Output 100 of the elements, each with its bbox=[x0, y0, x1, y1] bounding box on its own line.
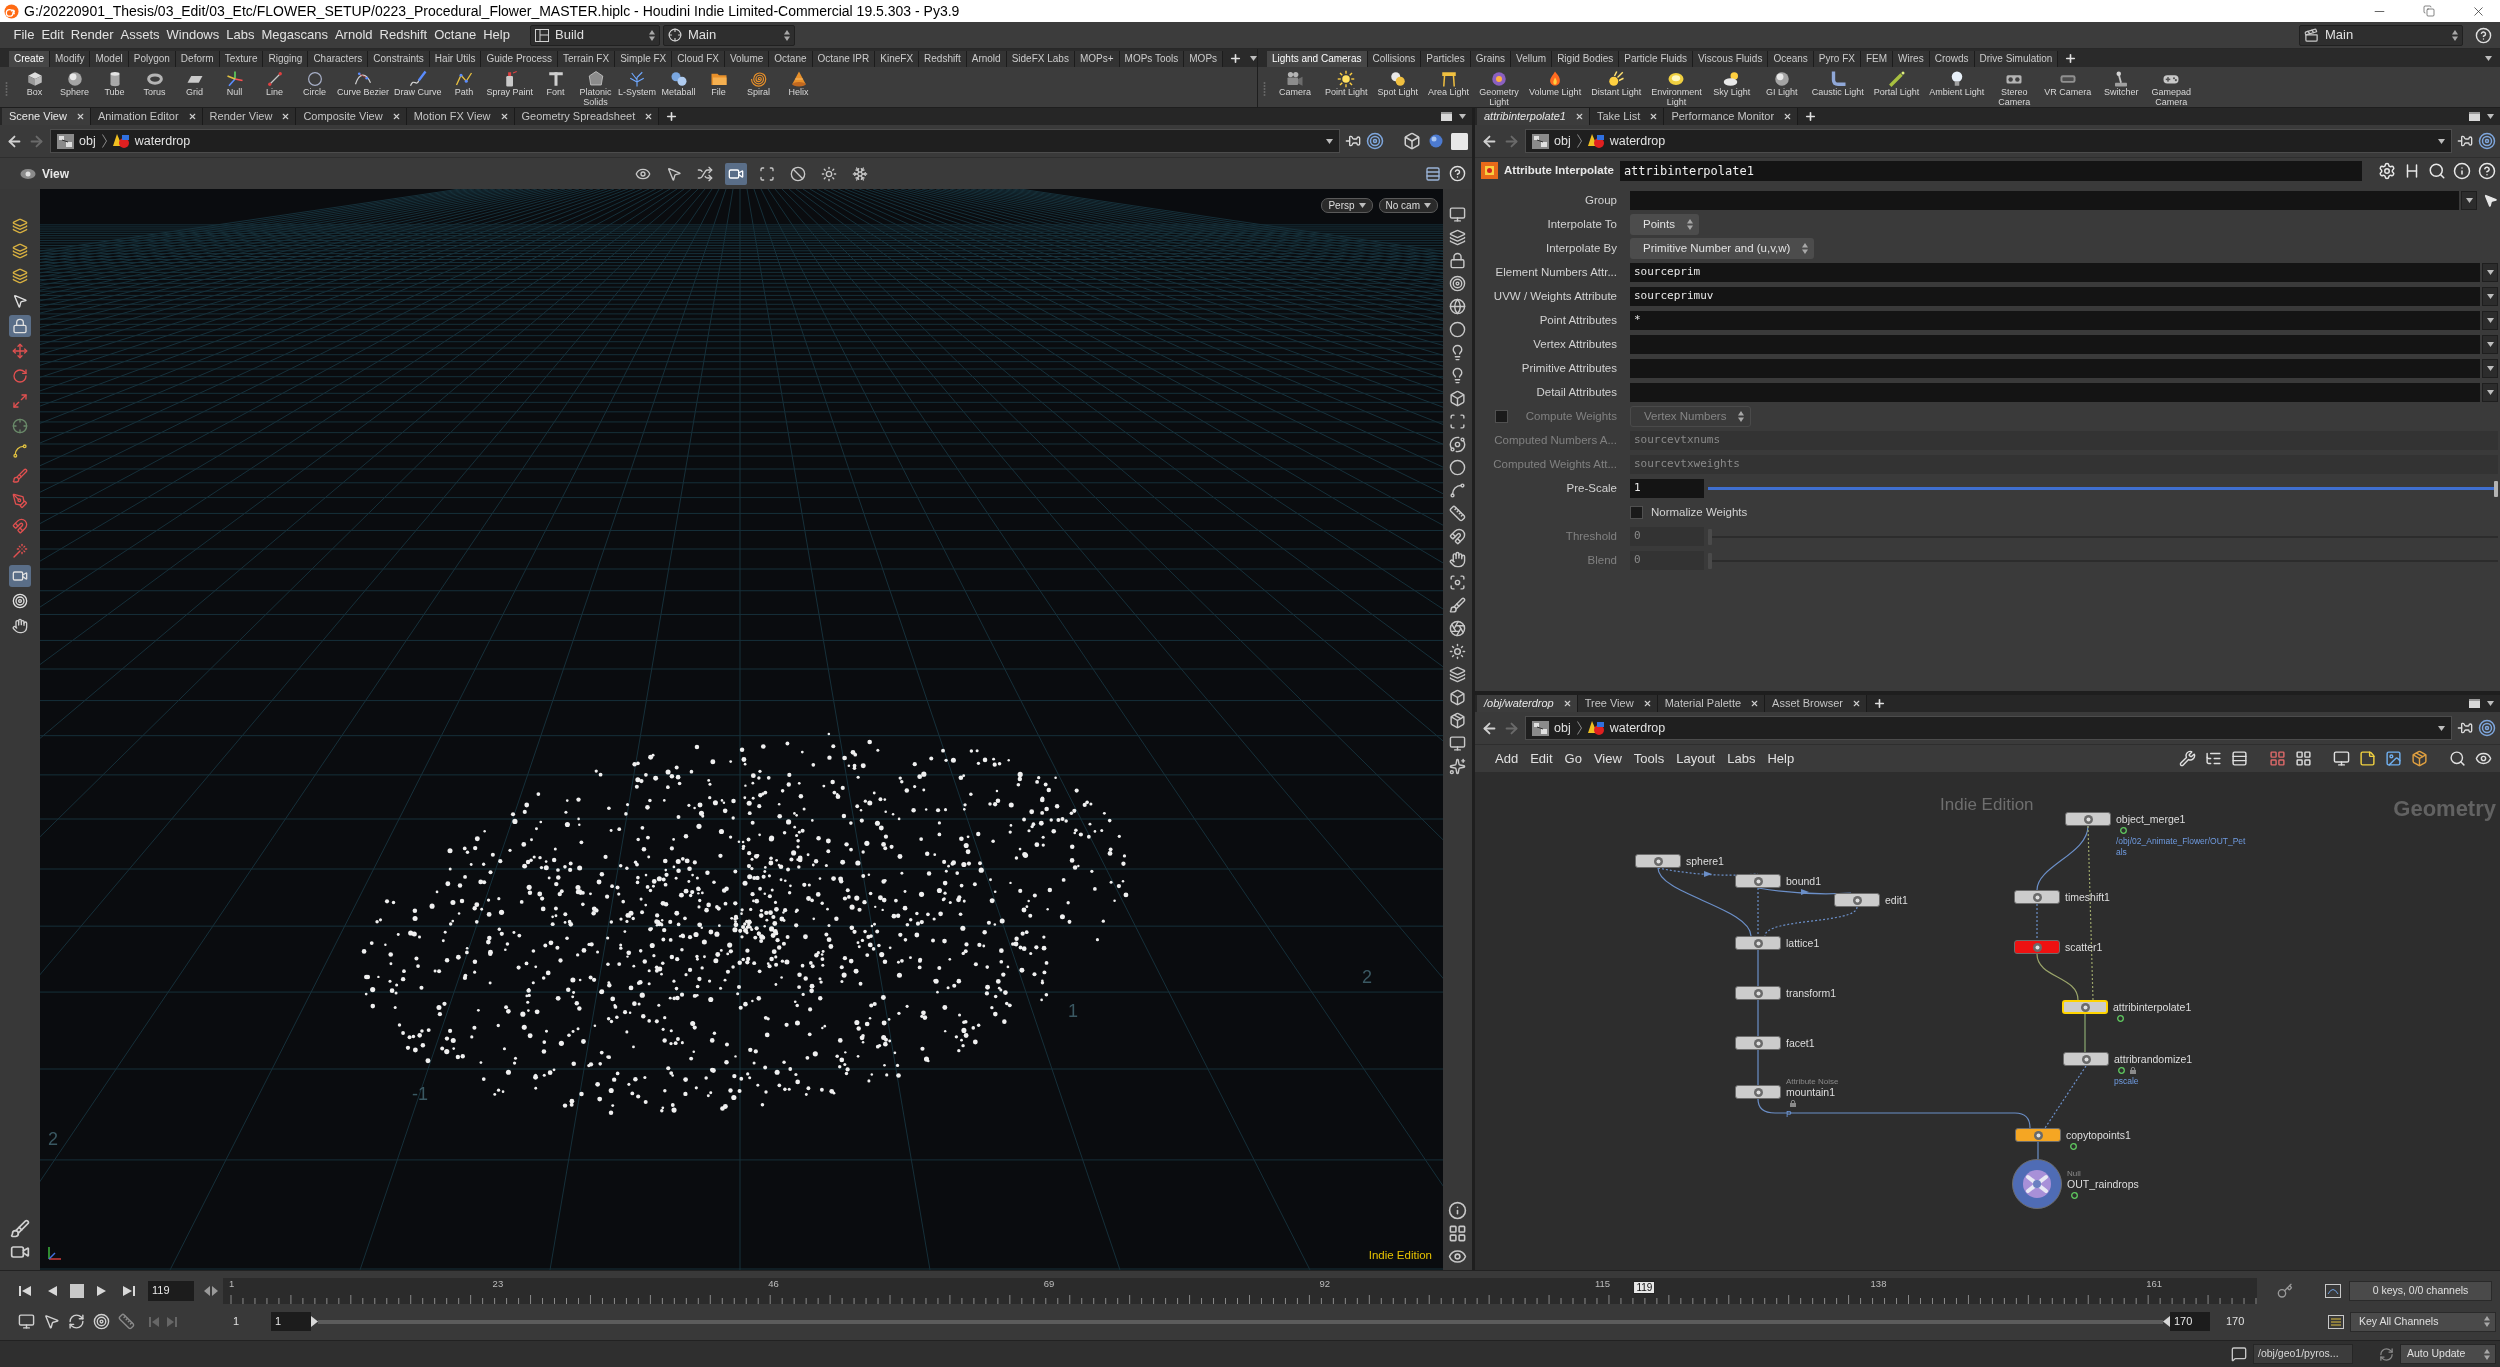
shelf-tab[interactable]: Particle Fluids bbox=[1619, 51, 1694, 67]
context-menu[interactable]: Main bbox=[663, 24, 795, 46]
menu-item[interactable]: Render bbox=[67, 25, 117, 45]
menu-item[interactable]: Tools bbox=[1633, 748, 1665, 769]
desktop-menu[interactable]: Main bbox=[2299, 24, 2463, 46]
shelf-tool[interactable]: Environment Light bbox=[1649, 70, 1704, 107]
shelf-tab[interactable]: Rigging bbox=[263, 51, 309, 67]
menu-item[interactable]: Megascans bbox=[257, 25, 332, 45]
pane-tab[interactable]: attribinterpolate1 bbox=[1477, 108, 1590, 125]
shelf-tab[interactable]: Volume bbox=[724, 51, 770, 67]
shelf-tool[interactable]: Path bbox=[444, 70, 484, 98]
step-arrows-icon[interactable] bbox=[204, 1285, 218, 1296]
lock-icon[interactable] bbox=[1448, 251, 1467, 270]
caret-icon[interactable] bbox=[2486, 294, 2494, 299]
slider-track[interactable] bbox=[1708, 551, 2498, 570]
grid-icon[interactable] bbox=[1448, 1224, 1467, 1243]
shelf-tool[interactable]: File bbox=[699, 70, 739, 98]
path-segment[interactable]: waterdrop bbox=[1585, 131, 1668, 151]
shelf-tab[interactable]: KineFX bbox=[875, 51, 920, 67]
pane-tab[interactable]: Asset Browser bbox=[1765, 695, 1867, 712]
dropdown-button[interactable] bbox=[2482, 263, 2498, 282]
search-icon[interactable] bbox=[2428, 161, 2446, 180]
circle-icon[interactable] bbox=[1448, 458, 1467, 477]
grid-icon[interactable] bbox=[2295, 750, 2312, 767]
add-tab-icon[interactable] bbox=[1229, 51, 1243, 65]
target-icon[interactable] bbox=[2478, 132, 2496, 150]
shelf-tool[interactable]: Tube bbox=[95, 70, 134, 98]
menu-item[interactable]: Labs bbox=[222, 25, 258, 45]
shelf-tab[interactable]: Particles bbox=[1421, 51, 1471, 67]
lock-icon[interactable] bbox=[9, 315, 31, 337]
target-icon[interactable] bbox=[1448, 274, 1467, 293]
shelf-tool[interactable]: Switcher bbox=[2099, 70, 2144, 98]
package-icon[interactable] bbox=[1448, 711, 1467, 730]
square-icon[interactable] bbox=[1451, 132, 1468, 150]
shelf-tool[interactable]: Box bbox=[15, 70, 54, 98]
shelf-tab[interactable]: Drive Simulation bbox=[1974, 51, 2059, 67]
eye-icon[interactable] bbox=[2475, 750, 2492, 767]
close-icon[interactable] bbox=[75, 112, 85, 121]
close-icon[interactable] bbox=[1649, 112, 1659, 121]
add-tab-icon[interactable] bbox=[1873, 697, 1886, 710]
close-icon[interactable] bbox=[1574, 112, 1584, 121]
image-icon[interactable] bbox=[2385, 750, 2402, 767]
dropdown-button[interactable] bbox=[2482, 311, 2498, 330]
add-tab-icon[interactable] bbox=[1804, 110, 1818, 123]
menu-item[interactable]: Assets bbox=[117, 25, 163, 45]
shelf-tool[interactable]: Sphere bbox=[55, 70, 94, 98]
caret-icon[interactable] bbox=[1326, 138, 1333, 144]
keys-info-field[interactable]: 0 keys, 0/0 channels bbox=[2349, 1280, 2492, 1301]
network-node[interactable] bbox=[2012, 1159, 2062, 1209]
scan-icon[interactable] bbox=[1448, 412, 1467, 431]
stop-icon[interactable] bbox=[70, 1283, 84, 1298]
hand-icon[interactable] bbox=[1448, 550, 1467, 569]
sticky-note-icon[interactable] bbox=[2359, 750, 2376, 767]
close-icon[interactable] bbox=[1642, 699, 1652, 708]
caret-icon[interactable] bbox=[2486, 390, 2494, 395]
menu-item[interactable]: Edit bbox=[37, 25, 68, 45]
target-icon[interactable] bbox=[2478, 719, 2496, 737]
shelf-tab[interactable]: Lights and Cameras bbox=[1267, 51, 1368, 67]
cube-icon[interactable] bbox=[1448, 688, 1467, 707]
package-icon[interactable] bbox=[2411, 750, 2428, 767]
shelf-tool[interactable]: Grid bbox=[175, 70, 214, 98]
menu-item[interactable]: Labs bbox=[1727, 748, 1756, 769]
caret-icon[interactable] bbox=[2486, 366, 2494, 371]
network-node[interactable] bbox=[2065, 812, 2111, 826]
shelf-tool[interactable]: Volume Light bbox=[1527, 70, 1584, 98]
help-icon[interactable] bbox=[1449, 165, 1466, 182]
restore-icon[interactable] bbox=[2423, 5, 2435, 17]
slider-track[interactable] bbox=[1708, 527, 2498, 546]
pane-tab[interactable]: Geometry Spreadsheet bbox=[514, 108, 660, 125]
shelf-tool[interactable]: Curve Bezier bbox=[335, 70, 392, 98]
text-field[interactable]: sourceprimuv bbox=[1630, 287, 2480, 306]
shelf-tool[interactable]: Stereo Camera bbox=[1992, 70, 2037, 107]
caret-icon[interactable] bbox=[2438, 138, 2445, 144]
video-camera-icon[interactable] bbox=[725, 162, 747, 185]
shelf-tab[interactable]: MOPs Tools bbox=[1119, 51, 1185, 67]
shelf-tool[interactable]: Metaball bbox=[659, 70, 699, 98]
pin-icon[interactable] bbox=[1345, 133, 1361, 149]
ruler-icon[interactable] bbox=[118, 1313, 135, 1330]
key-icon[interactable] bbox=[2277, 1282, 2293, 1299]
circle-icon[interactable] bbox=[1448, 320, 1467, 339]
caret-icon[interactable] bbox=[1424, 203, 1431, 208]
help-icon[interactable] bbox=[2478, 161, 2496, 180]
shelf-tab[interactable]: FEM bbox=[1861, 51, 1894, 67]
channel-icon[interactable] bbox=[2325, 1283, 2341, 1298]
menu-item[interactable]: Arnold bbox=[331, 25, 377, 45]
rows-icon[interactable] bbox=[1425, 165, 1441, 182]
shelf-tool[interactable]: Distant Light bbox=[1589, 70, 1644, 98]
close-icon[interactable] bbox=[1562, 699, 1572, 708]
layers-icon[interactable] bbox=[1448, 665, 1467, 684]
checkbox[interactable] bbox=[1630, 506, 1643, 519]
shelf-tool[interactable]: Ambient Light bbox=[1927, 70, 1987, 98]
add-tab-icon[interactable] bbox=[2064, 51, 2078, 65]
shelf-tab[interactable]: Polygon bbox=[128, 51, 176, 67]
dropdown-button[interactable] bbox=[2482, 335, 2498, 354]
node-name[interactable]: object_merge1 bbox=[2116, 813, 2186, 825]
wrench-icon[interactable] bbox=[2179, 750, 2196, 767]
slider-track[interactable] bbox=[1708, 479, 2498, 498]
shelf-tool[interactable]: Spiral bbox=[739, 70, 779, 98]
dropdown-button[interactable] bbox=[2461, 191, 2477, 210]
pin-icon[interactable] bbox=[2457, 720, 2473, 736]
